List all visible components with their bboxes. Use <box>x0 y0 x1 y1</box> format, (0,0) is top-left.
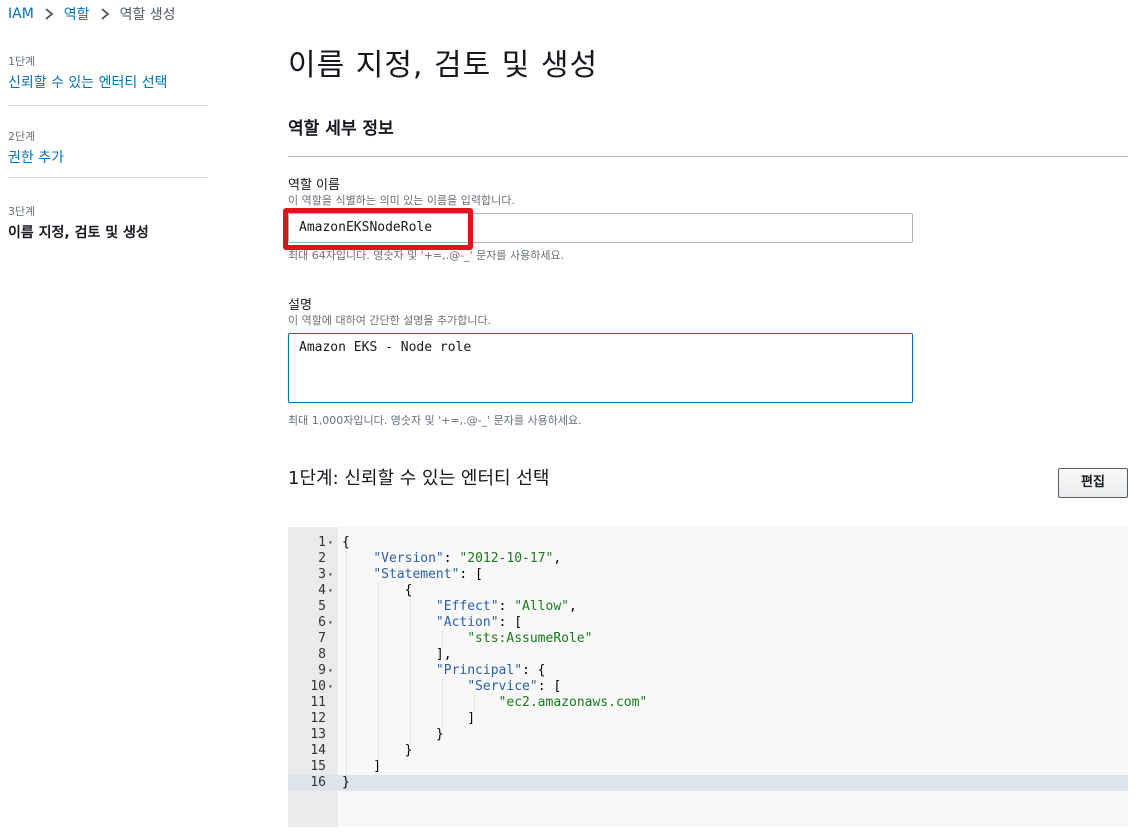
fold-arrow-icon[interactable]: ▾ <box>328 615 333 631</box>
line-number: 2 <box>318 551 326 566</box>
page-title: 이름 지정, 검토 및 생성 <box>288 48 599 83</box>
code-line[interactable]: 6 ▾ "Action": [ <box>288 615 1128 631</box>
wizard-steps: 1단계 신뢰할 수 있는 엔터티 선택 2단계 권한 추가 3단계 이름 지정,… <box>8 50 208 275</box>
code-line[interactable]: 11 "ec2.amazonaws.com" <box>288 695 1128 711</box>
code-line[interactable]: 4 ▾ { <box>288 583 1128 599</box>
chevron-right-icon <box>100 8 110 20</box>
code-line[interactable]: 14 } <box>288 743 1128 759</box>
step1-heading: 1단계: 신뢰할 수 있는 엔터티 선택 <box>288 468 550 489</box>
code-line[interactable]: 16} <box>288 775 1128 791</box>
code-text: } <box>342 775 350 790</box>
step-title: 이름 지정, 검토 및 생성 <box>8 225 149 241</box>
line-number: 4 <box>318 583 326 598</box>
indent-guide <box>442 679 443 727</box>
step-title[interactable]: 권한 추가 <box>8 147 208 167</box>
code-line[interactable]: 3 ▾ "Statement": [ <box>288 567 1128 583</box>
chevron-right-icon <box>44 8 54 20</box>
trust-policy-editor[interactable]: 1 ▾{2 "Version": "2012-10-17", 3 ▾ "Stateme… <box>288 527 1128 827</box>
fold-arrow-icon[interactable]: ▾ <box>328 663 333 679</box>
highlight-box <box>283 208 473 250</box>
step-number: 2단계 <box>8 130 36 143</box>
step-title[interactable]: 신뢰할 수 있는 엔터티 선택 <box>8 72 208 92</box>
breadcrumb-roles[interactable]: 역할 <box>64 4 90 24</box>
indent-guide <box>442 631 443 647</box>
code-text: "ec2.amazonaws.com" <box>498 695 648 710</box>
code-text: ], <box>342 647 452 662</box>
code-line[interactable]: 7 "sts:AssumeRole" <box>288 631 1128 647</box>
line-number: 16 <box>310 775 326 790</box>
code-line[interactable]: 8 ], <box>288 647 1128 663</box>
step-number: 3단계 <box>8 205 36 218</box>
breadcrumb-current: 역할 생성 <box>119 7 176 23</box>
code-line[interactable]: 5 "Effect": "Allow", <box>288 599 1128 615</box>
code-text: "Service": [ <box>467 679 562 694</box>
indent-guide <box>410 599 411 743</box>
fold-arrow-icon[interactable]: ▾ <box>328 679 333 695</box>
description-hint: 최대 1,000자입니다. 영숫자 및 '+=,.@-_' 문자를 사용하세요. <box>288 414 582 427</box>
code-text: ] <box>342 711 476 726</box>
line-number: 14 <box>310 743 326 758</box>
line-number: 9 <box>318 663 326 678</box>
line-number: 7 <box>318 631 326 646</box>
fold-arrow-icon[interactable]: ▾ <box>328 567 333 583</box>
code-line[interactable]: 13 } <box>288 727 1128 743</box>
line-number: 8 <box>318 647 326 662</box>
code-text: "Statement": [ <box>373 567 483 582</box>
role-name-description: 이 역할을 식별하는 의미 있는 이름을 입력합니다. <box>288 194 515 207</box>
code-line[interactable]: 10 ▾ "Service": [ <box>288 679 1128 695</box>
section-heading-role-details: 역할 세부 정보 <box>288 119 394 139</box>
code-text: "sts:AssumeRole" <box>467 631 593 646</box>
indent-guide <box>474 695 475 711</box>
code-line[interactable]: 9 ▾ "Principal": { <box>288 663 1128 679</box>
code-line[interactable]: 15 ] <box>288 759 1128 775</box>
step-2[interactable]: 2단계 권한 추가 <box>8 128 208 200</box>
code-text: ] <box>342 759 382 774</box>
code-text: "Version": "2012-10-17", <box>373 551 562 566</box>
line-number: 5 <box>318 599 326 614</box>
line-number: 12 <box>310 711 326 726</box>
code-text: } <box>342 727 444 742</box>
fold-arrow-icon[interactable]: ▾ <box>328 535 333 551</box>
role-name-label: 역할 이름 <box>288 178 340 193</box>
description-description: 이 역할에 대하여 간단한 설명을 추가합니다. <box>288 314 492 327</box>
code-text: "Principal": { <box>435 663 546 678</box>
code-text: "Action": [ <box>435 615 523 630</box>
code-line[interactable]: 2 "Version": "2012-10-17", <box>288 551 1128 567</box>
fold-arrow-icon[interactable]: ▾ <box>328 583 333 599</box>
edit-button[interactable]: 편집 <box>1058 468 1128 498</box>
indent-guide <box>346 551 347 775</box>
line-number: 1 <box>318 535 326 550</box>
role-name-hint: 최대 64자입니다. 영숫자 및 '+=,.@-_' 문자를 사용하세요. <box>288 249 565 262</box>
line-number: 15 <box>310 759 326 774</box>
step-divider <box>8 105 208 106</box>
description-label: 설명 <box>288 298 312 313</box>
step-number: 1단계 <box>8 55 36 68</box>
description-textarea[interactable]: Amazon EKS - Node role <box>288 333 913 403</box>
step-3: 3단계 이름 지정, 검토 및 생성 <box>8 203 208 275</box>
indent-guide <box>378 583 379 759</box>
breadcrumb: IAM 역할 역할 생성 <box>8 4 176 24</box>
divider <box>288 156 1128 157</box>
line-number: 11 <box>310 695 326 710</box>
step-1[interactable]: 1단계 신뢰할 수 있는 엔터티 선택 <box>8 53 208 125</box>
line-number: 6 <box>318 615 326 630</box>
breadcrumb-iam[interactable]: IAM <box>8 6 34 22</box>
line-number: 13 <box>310 727 326 742</box>
code-line[interactable]: 12 ] <box>288 711 1128 727</box>
line-number: 3 <box>318 567 326 582</box>
code-line[interactable]: 1 ▾ { <box>288 535 1128 551</box>
code-text: { <box>342 535 350 550</box>
line-number: 10 <box>310 679 326 694</box>
step-divider <box>8 177 208 178</box>
